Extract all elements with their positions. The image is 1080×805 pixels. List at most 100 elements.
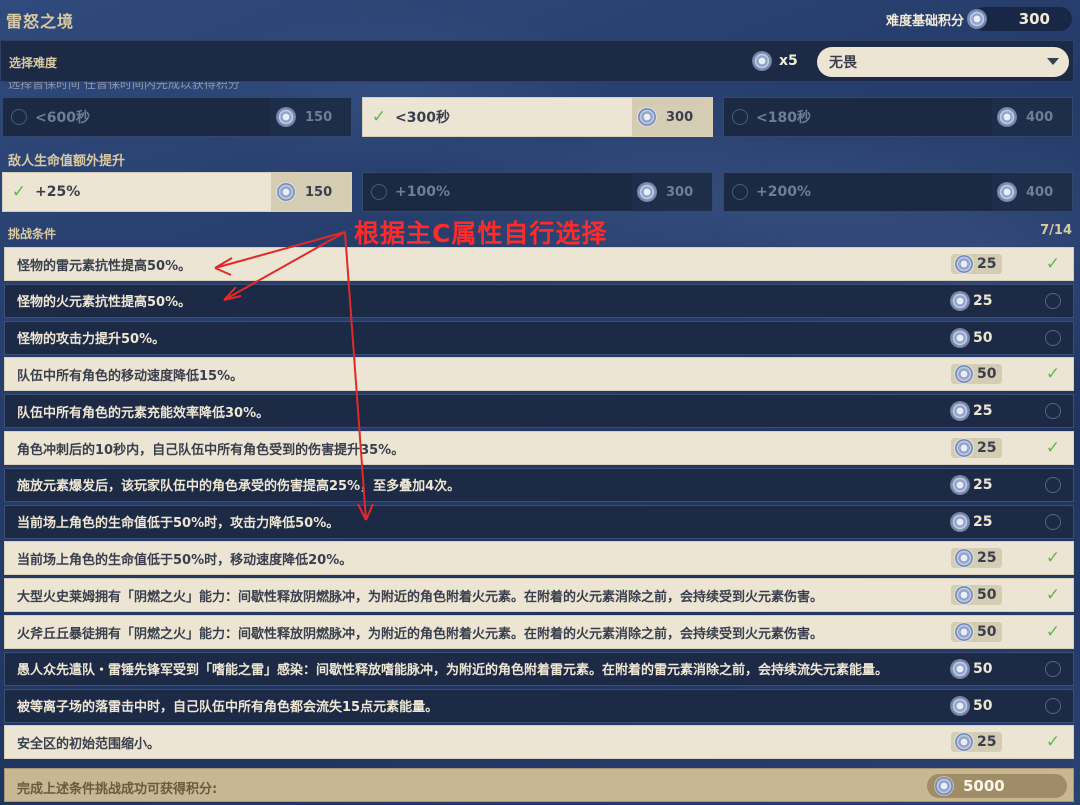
time-option-label: <600秒 <box>35 110 90 126</box>
checkmark-icon: ✓ <box>1045 585 1061 606</box>
time-option-points: 150 <box>271 98 351 136</box>
points-coin-icon <box>998 183 1016 201</box>
radio-circle-icon <box>732 184 748 200</box>
time-option[interactable]: <600秒 150 <box>2 97 352 137</box>
radio-circle-icon <box>1045 292 1061 309</box>
time-option[interactable]: <180秒 400 <box>723 97 1073 137</box>
difficulty-select[interactable]: 无畏 <box>817 47 1069 77</box>
hp-option[interactable]: ✓ +25% 150 <box>2 172 352 212</box>
checkmark-icon: ✓ <box>1045 622 1061 642</box>
hp-option[interactable]: +200% 400 <box>723 172 1073 212</box>
points-coin-icon <box>277 108 295 126</box>
difficulty-label: 选择难度 <box>9 56 58 70</box>
points-coin-icon <box>951 291 969 310</box>
hp-section-label: 敌人生命值额外提升 <box>8 154 126 169</box>
time-option-label: <180秒 <box>756 110 811 126</box>
condition-row[interactable]: 怪物的雷元素抗性提高50%。 25 ✓ <box>4 247 1074 281</box>
radio-circle-icon <box>11 109 27 125</box>
condition-points: 25 <box>951 732 1003 753</box>
points-coin-icon <box>951 475 969 494</box>
time-option-points: 300 <box>632 98 712 136</box>
chevron-down-icon <box>1047 58 1059 65</box>
condition-row[interactable]: 怪物的火元素抗性提高50%。 25 <box>4 283 1074 318</box>
condition-points: 25 <box>951 512 992 531</box>
condition-points: 50 <box>951 364 1003 385</box>
time-option-points: 400 <box>992 98 1072 136</box>
condition-text: 火斧丘丘暴徒拥有「阴燃之火」能力：间歇性释放阴燃脉冲，为附近的角色附着火元素。在… <box>17 626 824 642</box>
checkmark-icon: ✓ <box>1045 438 1061 458</box>
points-coin-icon <box>968 10 986 28</box>
condition-row[interactable]: 当前场上角色的生命值低于50%时，攻击力降低50%。 25 <box>4 504 1074 539</box>
condition-text: 当前场上角色的生命值低于50%时，移动速度降低20%。 <box>17 552 353 568</box>
points-coin-icon <box>951 328 969 347</box>
condition-row[interactable]: 怪物的攻击力提升50%。 50 <box>4 320 1074 355</box>
points-coin-icon <box>951 512 969 531</box>
condition-text: 怪物的雷元素抗性提高50%。 <box>17 258 192 274</box>
total-score-bar: 完成上述条件挑战成功可获得积分: 5000 <box>4 768 1074 802</box>
points-coin-icon <box>638 108 656 126</box>
points-coin-icon <box>277 183 295 201</box>
condition-row[interactable]: 当前场上角色的生命值低于50%时，移动速度降低20%。 25 ✓ <box>4 541 1074 576</box>
hp-option-points: 400 <box>992 173 1072 211</box>
points-coin-icon <box>955 733 973 752</box>
condition-row[interactable]: 被等离子场的落雷击中时，自己队伍中所有角色都会流失15点元素能量。 50 <box>4 688 1074 723</box>
checkmark-icon: ✓ <box>11 182 27 202</box>
checkmark-icon: ✓ <box>1045 364 1061 385</box>
time-option[interactable]: ✓ <300秒 300 <box>362 97 713 137</box>
annotation-text: 根据主C属性自行选择 <box>354 219 608 248</box>
checkmark-icon: ✓ <box>371 107 387 127</box>
radio-circle-icon <box>732 109 748 125</box>
hp-option-points: 300 <box>632 173 712 211</box>
time-option-label: <300秒 <box>395 110 450 126</box>
base-score-label: 难度基础积分 <box>885 13 964 29</box>
condition-points: 50 <box>951 622 1003 642</box>
radio-circle-icon <box>1045 513 1061 530</box>
points-coin-icon <box>955 586 973 605</box>
condition-points: 25 <box>951 402 992 421</box>
hp-option-label: +200% <box>756 184 811 200</box>
difficulty-multiplier: x5 <box>753 52 798 70</box>
condition-points: 25 <box>951 548 1003 569</box>
points-coin-icon <box>753 52 771 70</box>
condition-row[interactable]: 施放元素爆发后，该玩家队伍中的角色承受的伤害提高25%，至多叠加4次。 25 <box>4 467 1074 502</box>
radio-circle-icon <box>371 184 387 200</box>
condition-row[interactable]: 队伍中所有角色的移动速度降低15%。 50 ✓ <box>4 357 1074 392</box>
radio-circle-icon <box>1045 476 1061 493</box>
condition-points: 50 <box>951 328 992 347</box>
condition-text: 大型火史莱姆拥有「阴燃之火」能力：间歇性释放阴燃脉冲，为附近的角色附着火元素。在… <box>17 589 824 605</box>
points-coin-icon <box>955 439 973 457</box>
hp-option-label: +25% <box>35 184 81 200</box>
points-coin-icon <box>955 365 973 384</box>
condition-row[interactable]: 队伍中所有角色的元素充能效率降低30%。 25 <box>4 394 1074 429</box>
base-score-value: 300 <box>972 7 1072 31</box>
condition-text: 怪物的火元素抗性提高50%。 <box>17 295 192 311</box>
radio-circle-icon <box>1045 660 1061 677</box>
condition-text: 愚人众先遣队・雷锤先锋军受到「嗜能之雷」感染：间歇性释放嗜能脉冲，为附近的角色附… <box>17 663 889 679</box>
condition-points: 25 <box>951 254 1003 274</box>
condition-row[interactable]: 火斧丘丘暴徒拥有「阴燃之火」能力：间歇性释放阴燃脉冲，为附近的角色附着火元素。在… <box>4 615 1074 649</box>
points-coin-icon <box>951 659 969 678</box>
condition-row[interactable]: 大型火史莱姆拥有「阴燃之火」能力：间歇性释放阴燃脉冲，为附近的角色附着火元素。在… <box>4 578 1074 613</box>
points-coin-icon <box>638 183 656 201</box>
conditions-count: 7/14 <box>1040 223 1072 238</box>
checkmark-icon: ✓ <box>1045 254 1061 274</box>
condition-points: 25 <box>951 438 1003 458</box>
condition-row[interactable]: 角色冲刺后的10秒内，自己队伍中所有角色受到的伤害提升35%。 25 ✓ <box>4 431 1074 465</box>
condition-points: 25 <box>951 475 992 494</box>
points-coin-icon <box>998 108 1016 126</box>
radio-circle-icon <box>1045 329 1061 346</box>
condition-text: 被等离子场的落雷击中时，自己队伍中所有角色都会流失15点元素能量。 <box>17 700 439 716</box>
total-score-label: 完成上述条件挑战成功可获得积分: <box>17 782 218 797</box>
condition-row[interactable]: 安全区的初始范围缩小。 25 ✓ <box>4 725 1074 760</box>
condition-text: 队伍中所有角色的元素充能效率降低30%。 <box>17 405 270 421</box>
hp-option-points: 150 <box>271 173 351 211</box>
points-coin-icon <box>935 777 953 795</box>
condition-text: 当前场上角色的生命值低于50%时，攻击力降低50%。 <box>17 516 340 532</box>
checkmark-icon: ✓ <box>1045 732 1061 753</box>
checkmark-icon: ✓ <box>1045 548 1061 569</box>
radio-circle-icon <box>1045 697 1061 714</box>
condition-row[interactable]: 愚人众先遣队・雷锤先锋军受到「嗜能之雷」感染：间歇性释放嗜能脉冲，为附近的角色附… <box>4 651 1074 686</box>
condition-text: 施放元素爆发后，该玩家队伍中的角色承受的伤害提高25%，至多叠加4次。 <box>17 479 461 495</box>
points-coin-icon <box>951 402 969 421</box>
hp-option[interactable]: +100% 300 <box>362 172 713 212</box>
